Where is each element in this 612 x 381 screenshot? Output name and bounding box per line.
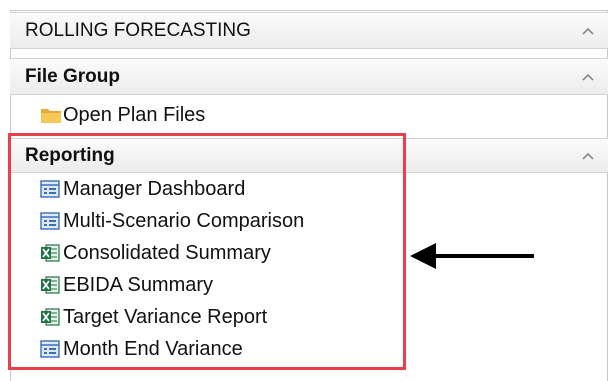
section-title: File Group <box>25 65 120 87</box>
list-item-multi-scenario-comparison[interactable]: Multi-Scenario Comparison <box>40 207 304 235</box>
item-label: Month End Variance <box>63 337 243 360</box>
report-icon <box>40 179 60 199</box>
section-header-reporting[interactable]: Reporting <box>10 138 608 173</box>
chevron-up-icon[interactable] <box>582 152 594 160</box>
chevron-up-icon[interactable] <box>582 27 594 35</box>
arrow-left-icon <box>410 243 534 269</box>
section-header-file-group[interactable]: File Group <box>10 58 608 95</box>
item-label: Multi-Scenario Comparison <box>63 209 305 232</box>
section-title: Reporting <box>25 144 115 166</box>
excel-icon <box>40 275 60 295</box>
item-label: Open Plan Files <box>63 103 206 126</box>
item-label: Target Variance Report <box>63 305 268 328</box>
item-label: Consolidated Summary <box>63 241 271 264</box>
list-item-manager-dashboard[interactable]: Manager Dashboard <box>40 175 245 203</box>
section-header-rolling-forecasting[interactable]: ROLLING FORECASTING <box>10 12 608 49</box>
list-item-month-end-variance[interactable]: Month End Variance <box>40 335 243 363</box>
list-item-consolidated-summary[interactable]: Consolidated Summary <box>40 239 271 267</box>
excel-icon <box>40 243 60 263</box>
chevron-up-icon[interactable] <box>582 73 594 81</box>
excel-icon <box>40 307 60 327</box>
report-icon <box>40 339 60 359</box>
section-title: ROLLING FORECASTING <box>25 19 251 41</box>
folder-icon <box>40 105 61 125</box>
report-icon <box>40 211 60 231</box>
item-label: Manager Dashboard <box>63 177 246 200</box>
list-item-ebida-summary[interactable]: EBIDA Summary <box>40 271 213 299</box>
list-item-open-plan-files[interactable]: Open Plan Files <box>40 101 205 129</box>
list-item-target-variance-report[interactable]: Target Variance Report <box>40 303 267 331</box>
item-label: EBIDA Summary <box>63 273 214 296</box>
